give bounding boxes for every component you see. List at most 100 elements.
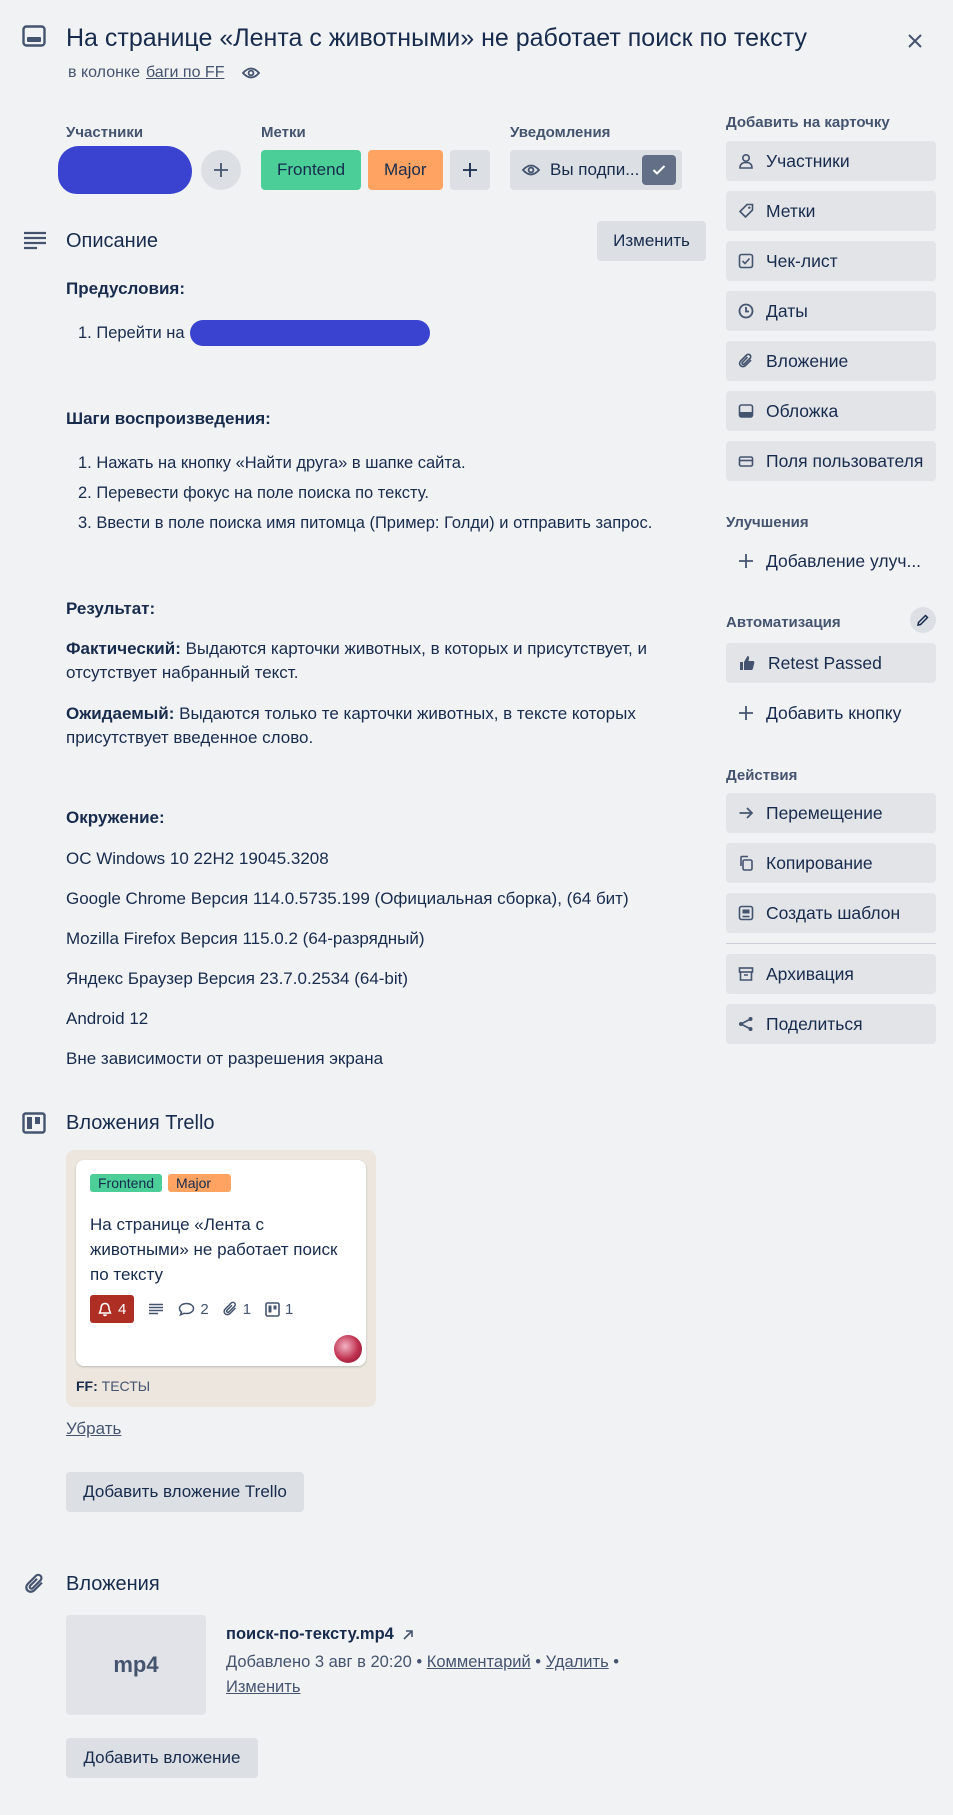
paperclip-icon [24, 1573, 46, 1595]
plus-icon [214, 163, 228, 177]
avatar[interactable] [334, 1335, 362, 1363]
actions-title: Действия [726, 767, 798, 784]
move-button[interactable]: Перемещение [726, 793, 936, 833]
preconditions-title: Предусловия: [66, 279, 185, 298]
paperclip-icon [738, 353, 752, 368]
steps-list: 1. Нажать на кнопку «Найти друга» в шапк… [78, 448, 652, 538]
in-column-label: в колонке [68, 64, 140, 81]
share-icon [739, 1017, 753, 1031]
label-major[interactable]: Major [368, 150, 443, 190]
description-icon [22, 230, 48, 250]
attachment-meta: Добавлено 3 авг в 20:20 • Комментарий • … [226, 1653, 620, 1696]
eye-icon [242, 67, 261, 79]
plus-icon [463, 163, 477, 177]
copy-button[interactable]: Копирование [726, 843, 936, 883]
eye-icon [522, 164, 540, 176]
attachments-badge: 1 [223, 1301, 251, 1318]
card-icon [22, 25, 46, 47]
list-item: 1. Перейти на [78, 324, 185, 342]
sidebar-checklist-button[interactable]: Чек-лист [726, 241, 936, 281]
env-line: Вне зависимости от разрешения экрана [66, 1049, 384, 1068]
sidebar-attachment-button[interactable]: Вложение [726, 341, 936, 381]
automation-title: Автоматизация [726, 614, 841, 631]
linked-card-title: На странице «Лента с животными» не работ… [90, 1215, 338, 1284]
actual-result: Фактический: Выдаются карточки животных,… [66, 637, 696, 685]
sidebar-members-button[interactable]: Участники [726, 141, 936, 181]
comments-badge: 2 [178, 1301, 209, 1318]
copy-icon [740, 855, 753, 871]
env-title: Окружение: [66, 808, 165, 827]
steps-title: Шаги воспроизведения: [66, 409, 271, 428]
edit-automation-button[interactable] [910, 607, 936, 633]
add-trello-attachment-button[interactable]: Добавить вложение Trello [66, 1472, 304, 1512]
labels-label: Метки [261, 124, 306, 141]
plus-icon [739, 706, 753, 720]
sidebar-cover-button[interactable]: Обложка [726, 391, 936, 431]
trello-board-icon [22, 1112, 46, 1134]
card-location: в колонке баги по FF [68, 64, 261, 82]
edit-description-button[interactable]: Изменить [597, 221, 706, 261]
paperclip-icon [223, 1301, 236, 1316]
description-title: Описание [66, 230, 159, 252]
description-icon [149, 1303, 164, 1315]
checklist-badge: 1 [265, 1301, 293, 1318]
close-icon [908, 34, 922, 48]
trello-card-preview[interactable]: Frontend Major На странице «Лента с живо… [66, 1150, 376, 1407]
bell-icon [98, 1302, 112, 1316]
remove-link[interactable]: Убрать [66, 1419, 121, 1439]
retest-passed-button[interactable]: Retest Passed [726, 643, 936, 683]
add-button-button[interactable]: Добавить кнопку [726, 693, 936, 733]
add-member-button[interactable] [201, 150, 241, 190]
add-powerup-button[interactable]: Добавление улуч... [726, 541, 936, 581]
add-to-card-title: Добавить на карточку [726, 114, 890, 131]
mini-label-major: Major [168, 1174, 232, 1192]
attachment-name[interactable]: поиск-по-тексту.mp4 [226, 1625, 414, 1644]
env-line: Android 12 [66, 1009, 149, 1028]
watch-button[interactable]: Вы подпи... [510, 150, 682, 190]
sidebar-custom-fields-button[interactable]: Поля пользователя [726, 441, 936, 481]
list-item: 2. Перевести фокус на поле поиска по тек… [78, 484, 429, 502]
thumbs-up-icon [740, 656, 755, 670]
env-line: Яндекс Браузер Версия 23.7.0.2534 (64-bi… [66, 969, 409, 988]
member-avatar[interactable] [58, 146, 192, 194]
add-attachment-button[interactable]: Добавить вложение [66, 1738, 258, 1778]
attachment-thumbnail[interactable]: mp4 [66, 1615, 206, 1715]
actual-label: Фактический: [66, 639, 181, 658]
edit-link[interactable]: Изменить [226, 1678, 300, 1696]
column-link[interactable]: баги по FF [146, 64, 224, 82]
close-button[interactable] [898, 24, 932, 58]
card-title[interactable]: На странице «Лента с животными» не работ… [66, 24, 807, 53]
archive-button[interactable]: Архивация [726, 954, 936, 994]
powerups-title: Улучшения [726, 514, 809, 531]
pencil-icon [917, 614, 929, 626]
share-button[interactable]: Поделиться [726, 1004, 936, 1044]
person-icon [739, 153, 753, 169]
clock-icon [738, 303, 754, 319]
sidebar-divider [726, 943, 936, 944]
result-title: Результат: [66, 599, 156, 618]
redacted-link[interactable] [190, 320, 430, 346]
expected-label: Ожидаемый: [66, 704, 175, 723]
create-template-button[interactable]: Создать шаблон [726, 893, 936, 933]
checkbox-icon [738, 253, 754, 269]
comment-icon [179, 1302, 195, 1316]
custom-fields-icon [738, 456, 754, 467]
label-frontend[interactable]: Frontend [261, 150, 362, 190]
members-label: Участники [66, 124, 144, 141]
attachment-date: Добавлено 3 авг в 20:20 [226, 1653, 412, 1671]
card-labels: Frontend Major [90, 1174, 232, 1192]
comment-link[interactable]: Комментарий [427, 1653, 531, 1671]
env-line: ОС Windows 10 22H2 19045.3208 [66, 849, 329, 868]
sidebar-labels-button[interactable]: Метки [726, 191, 936, 231]
watch-text: Вы подпи... [550, 160, 640, 179]
add-label-button[interactable] [450, 150, 490, 190]
list-item: 1. Нажать на кнопку «Найти друга» в шапк… [78, 454, 466, 472]
tag-icon [738, 203, 754, 219]
expected-result: Ожидаемый: Выдаются только те карточки ж… [66, 702, 696, 750]
delete-link[interactable]: Удалить [546, 1653, 609, 1671]
linked-card[interactable]: Frontend Major На странице «Лента с живо… [76, 1160, 366, 1366]
arrow-right-icon [739, 807, 754, 819]
mini-label-frontend: Frontend [90, 1174, 163, 1192]
cover-icon [738, 404, 754, 418]
sidebar-dates-button[interactable]: Даты [726, 291, 936, 331]
